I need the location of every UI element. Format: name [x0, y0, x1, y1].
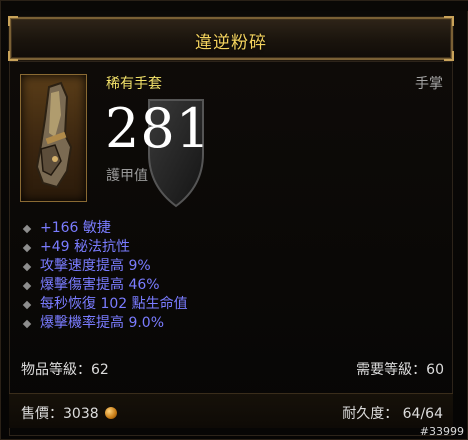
item-rarity-type: 稀有手套 — [106, 76, 162, 92]
diamond-bullet-icon — [22, 224, 32, 233]
watermark: #33999 — [419, 425, 464, 438]
header-corner — [444, 16, 454, 26]
diamond-bullet-icon — [22, 262, 32, 271]
diamond-bullet-icon — [22, 243, 32, 252]
item-name: 違逆粉碎 — [195, 33, 267, 53]
property-text: 爆擊機率提高 9.0% — [40, 315, 165, 331]
header-corner — [8, 16, 18, 26]
diamond-bullet-icon — [22, 281, 32, 290]
required-level: 需要等級：60 — [356, 362, 444, 378]
diamond-bullet-icon — [22, 300, 32, 309]
property-item: 攻擊速度提高 9% — [21, 257, 421, 276]
property-text: 攻擊速度提高 9% — [40, 258, 151, 274]
property-item: 爆擊機率提高 9.0% — [21, 314, 421, 333]
property-item: +166 敏捷 — [21, 219, 421, 238]
durability: 耐久度： 64/64 — [342, 406, 443, 422]
diamond-bullet-icon — [22, 319, 32, 328]
armor-value: 281 — [105, 97, 212, 160]
gold-coin-icon — [104, 407, 117, 419]
item-tooltip: 違逆粉碎 稀有手套 手掌 281 護甲值 +166 敏捷 +49 秘法抗性 攻擊… — [0, 0, 468, 440]
property-item: +49 秘法抗性 — [21, 238, 421, 257]
top-strip — [1, 1, 468, 11]
property-item: 每秒恢復 102 點生命值 — [21, 295, 421, 314]
properties-list: +166 敏捷 +49 秘法抗性 攻擊速度提高 9% 爆擊傷害提高 46% 每秒… — [21, 219, 421, 333]
property-text: 爆擊傷害提高 46% — [40, 277, 160, 293]
sell-price: 售價：3038 — [21, 403, 117, 423]
armor-label: 護甲值 — [106, 168, 148, 184]
tooltip-header: 違逆粉碎 — [8, 16, 454, 61]
property-text: +49 秘法抗性 — [40, 239, 130, 255]
property-text: +166 敏捷 — [40, 220, 111, 236]
gloves-icon-graphic — [35, 81, 73, 189]
property-text: 每秒恢復 102 點生命值 — [40, 296, 188, 312]
tooltip-footer: 售價：3038 耐久度： 64/64 — [9, 393, 453, 428]
gloves-icon — [20, 74, 87, 202]
sell-price-text: 售價：3038 — [21, 406, 99, 422]
property-item: 爆擊傷害提高 46% — [21, 276, 421, 295]
item-slot: 手掌 — [415, 76, 443, 92]
item-level: 物品等級：62 — [21, 362, 109, 378]
